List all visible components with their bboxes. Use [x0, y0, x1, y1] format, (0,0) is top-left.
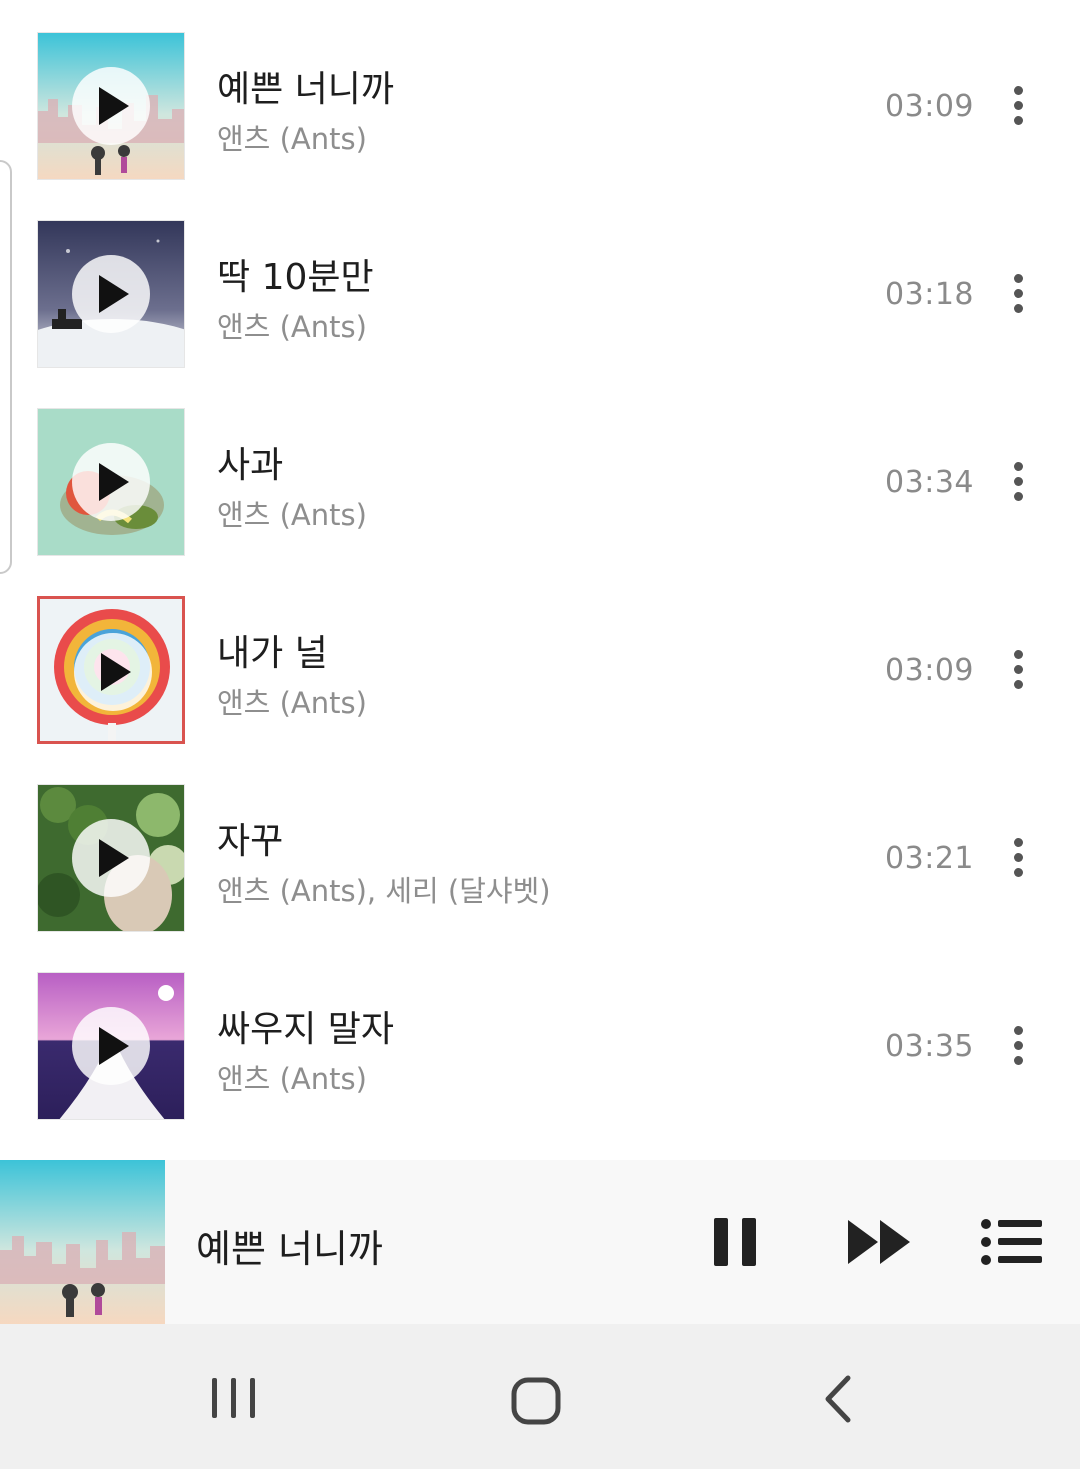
back-icon [825, 1375, 851, 1423]
album-art[interactable] [37, 972, 185, 1120]
more-options-button[interactable] [1002, 1020, 1036, 1072]
pause-icon [714, 1218, 756, 1266]
album-art[interactable] [37, 784, 185, 932]
play-button[interactable] [72, 255, 150, 333]
track-duration: 03:18 [885, 277, 974, 312]
track-duration: 03:34 [885, 465, 974, 500]
track-duration: 03:09 [885, 653, 974, 688]
play-button[interactable] [72, 67, 150, 145]
play-button[interactable] [72, 819, 150, 897]
track-artist: 앤츠 (Ants) [217, 686, 367, 720]
track-list: 예쁜 너니까 앤츠 (Ants) 03:09 딱 10분만 앤츠 (Ants) … [0, 0, 1080, 1160]
play-icon [99, 275, 129, 313]
track-row[interactable]: 딱 10분만 앤츠 (Ants) 03:18 [0, 188, 1080, 376]
system-nav-bar [0, 1324, 1080, 1469]
mini-player-album-art[interactable] [0, 1160, 165, 1324]
more-vert-icon [1014, 86, 1023, 95]
more-vert-icon [1014, 1026, 1023, 1035]
play-icon [99, 1027, 129, 1065]
more-options-button[interactable] [1002, 456, 1036, 508]
more-vert-icon [1014, 838, 1023, 847]
track-title: 자꾸 [217, 821, 284, 862]
more-vert-icon [1014, 650, 1023, 659]
more-options-button[interactable] [1002, 80, 1036, 132]
play-icon [99, 839, 129, 877]
track-artist: 앤츠 (Ants) [217, 122, 367, 156]
track-row[interactable]: 자꾸 앤츠 (Ants), 세리 (달샤벳) 03:21 [0, 752, 1080, 940]
recents-button[interactable] [208, 1374, 260, 1422]
play-icon [99, 463, 129, 501]
track-title: 사과 [217, 445, 284, 486]
more-vert-icon [1014, 462, 1023, 471]
play-icon [101, 653, 131, 691]
track-row[interactable]: 내가 널 앤츠 (Ants) 03:09 [0, 564, 1080, 752]
track-title: 내가 널 [217, 633, 328, 674]
mini-player[interactable]: 예쁜 너니까 [0, 1160, 1080, 1324]
track-duration: 03:09 [885, 89, 974, 124]
track-artist: 앤츠 (Ants) [217, 310, 367, 344]
track-row[interactable]: 싸우지 말자 앤츠 (Ants) 03:35 [0, 940, 1080, 1128]
next-button[interactable] [846, 1218, 912, 1266]
track-duration: 03:35 [885, 1029, 974, 1064]
track-artist: 앤츠 (Ants) [217, 1062, 367, 1096]
more-options-button[interactable] [1002, 832, 1036, 884]
more-options-button[interactable] [1002, 644, 1036, 696]
now-playing-title: 예쁜 너니까 [196, 1227, 383, 1271]
track-title: 예쁜 너니까 [217, 69, 395, 110]
album-art[interactable] [37, 596, 185, 744]
fast-forward-icon [848, 1220, 910, 1264]
album-art[interactable] [37, 32, 185, 180]
track-row[interactable]: 예쁜 너니까 앤츠 (Ants) 03:09 [0, 0, 1080, 188]
album-art[interactable] [37, 408, 185, 556]
more-options-button[interactable] [1002, 268, 1036, 320]
play-button[interactable] [72, 443, 150, 521]
track-title: 딱 10분만 [217, 257, 374, 298]
mini-album-art-image [0, 1160, 165, 1324]
track-artist: 앤츠 (Ants) [217, 498, 367, 532]
track-row[interactable]: 사과 앤츠 (Ants) 03:34 [0, 376, 1080, 564]
home-button[interactable] [510, 1376, 562, 1426]
track-title: 싸우지 말자 [217, 1009, 395, 1050]
album-art[interactable] [37, 220, 185, 368]
track-artist: 앤츠 (Ants), 세리 (달샤벳) [217, 874, 551, 908]
home-icon [511, 1377, 561, 1425]
queue-button[interactable] [980, 1218, 1042, 1266]
back-button[interactable] [820, 1374, 854, 1424]
pause-button[interactable] [712, 1216, 758, 1268]
queue-list-icon [981, 1219, 1042, 1265]
play-button[interactable] [74, 633, 152, 711]
play-icon [99, 87, 129, 125]
track-duration: 03:21 [885, 841, 974, 876]
music-app: 예쁜 너니까 앤츠 (Ants) 03:09 딱 10분만 앤츠 (Ants) … [0, 0, 1080, 1469]
recents-icon [212, 1378, 255, 1418]
more-vert-icon [1014, 274, 1023, 283]
play-button[interactable] [72, 1007, 150, 1085]
